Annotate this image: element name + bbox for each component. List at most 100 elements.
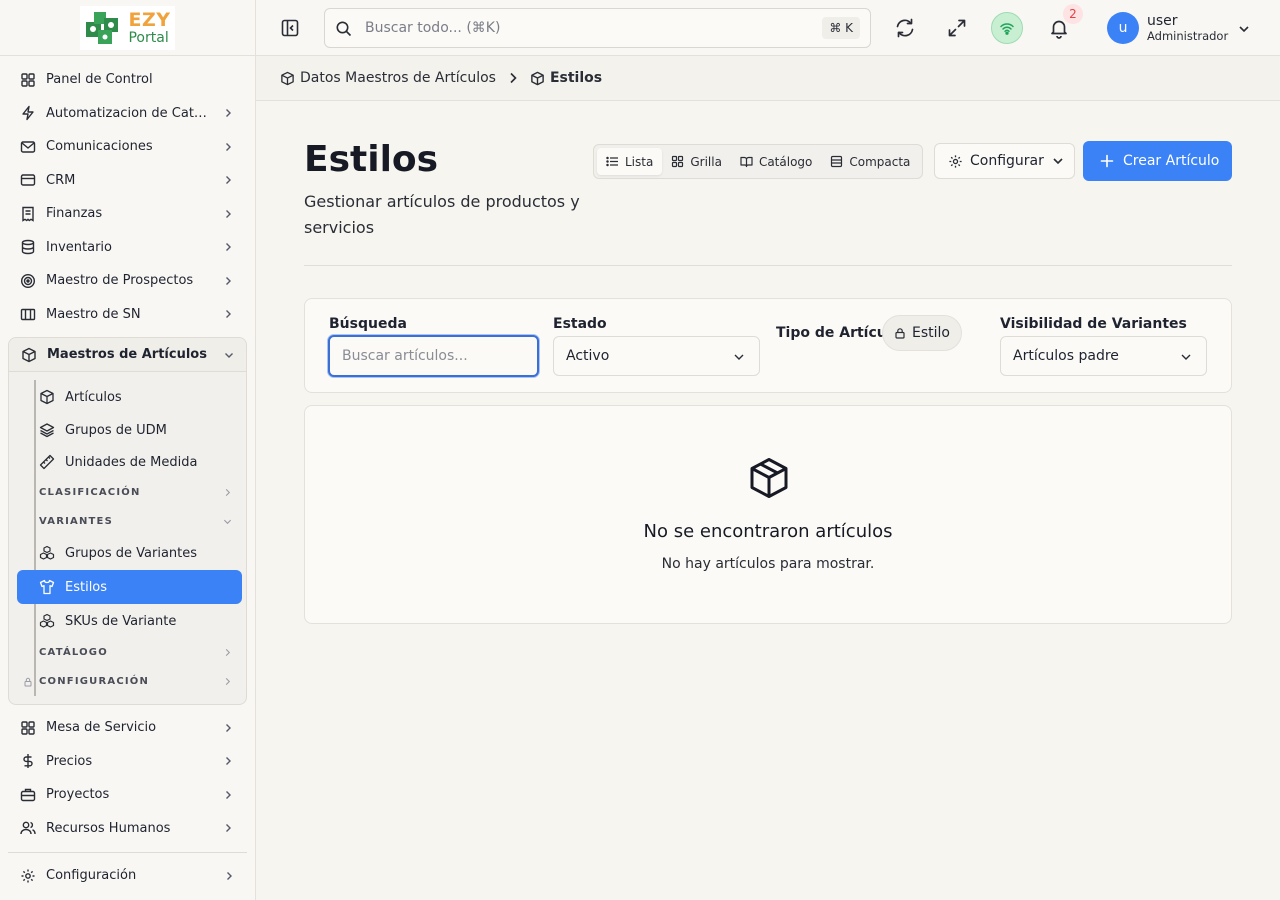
sidebar-item-precios[interactable]: Precios: [0, 745, 255, 779]
sidebar-item-articulos[interactable]: Artículos: [17, 380, 242, 414]
sidebar-item-label: Grupos de UDM: [65, 422, 167, 438]
gear-icon: [21, 869, 35, 883]
sidebar-item-recursos-humanos[interactable]: Recursos Humanos: [0, 812, 255, 846]
user-menu[interactable]: u user Administrador: [1107, 12, 1249, 44]
type-filter-chip[interactable]: Estilo: [882, 315, 962, 351]
chevron-right-icon: [226, 243, 231, 252]
chevron-down-icon: [1181, 354, 1191, 360]
grid-icon: [672, 155, 684, 168]
chevron-right-icon: [226, 209, 231, 218]
sidebar-item-panel-de-control[interactable]: Panel de Control: [0, 63, 255, 97]
sidebar-section-catalogo[interactable]: CATÁLOGO: [17, 638, 242, 667]
page-title: Estilos: [304, 139, 439, 180]
sidebar-item-maestro-de-prospectos[interactable]: Maestro de Prospectos: [0, 264, 255, 298]
view-label: Grilla: [690, 154, 722, 169]
sidebar-item-unidades-de-medida[interactable]: Unidades de Medida: [17, 446, 242, 478]
variants-visibility-select[interactable]: Artículos padre: [1000, 336, 1207, 376]
chevron-right-icon: [226, 723, 231, 732]
sidebar-toggle-icon[interactable]: [280, 18, 300, 38]
receipt-icon: [22, 206, 34, 222]
logo-text-top: EZY: [128, 8, 171, 31]
configure-button[interactable]: Configurar: [934, 143, 1075, 179]
box-icon: [22, 347, 36, 362]
view-list-button[interactable]: Lista: [597, 148, 663, 175]
dollar-icon: [23, 754, 33, 769]
create-label: Crear Artículo: [1123, 153, 1220, 169]
sidebar-item-label: Comunicaciones: [46, 139, 153, 155]
sidebar-section-variantes[interactable]: VARIANTES: [17, 507, 242, 536]
lock-icon: [895, 328, 905, 339]
refresh-icon[interactable]: [894, 17, 916, 39]
view-catalog-button[interactable]: Catálogo: [731, 148, 821, 175]
compact-icon: [831, 155, 843, 168]
database-icon: [21, 240, 35, 255]
logo[interactable]: EZY Portal: [80, 5, 175, 50]
view-switcher: Lista Grilla Catálogo Compacta: [593, 144, 924, 179]
notification-count-badge: 2: [1063, 4, 1083, 24]
sidebar-item-mesa-de-servicio[interactable]: Mesa de Servicio: [0, 711, 255, 745]
sidebar-item-label: Automatizacion de Catalogo: [46, 105, 212, 121]
sidebar-item-inventario[interactable]: Inventario: [0, 231, 255, 265]
chevron-right-icon: [226, 142, 231, 151]
sidebar-section-configuracion[interactable]: CONFIGURACIÓN: [17, 667, 242, 696]
sidebar-item-label: Inventario: [46, 239, 112, 255]
sidebar-item-label: Grupos de Variantes: [65, 545, 198, 561]
view-label: Catálogo: [758, 154, 813, 169]
view-label: Compacta: [849, 154, 911, 169]
chevron-right-icon: [225, 488, 231, 497]
breadcrumb-item-datos-maestros[interactable]: Datos Maestros de Artículos: [280, 70, 496, 86]
chevron-right-icon: [226, 790, 231, 799]
sidebar-item-comunicaciones[interactable]: Comunicaciones: [0, 130, 255, 164]
sidebar-group-header[interactable]: Maestros de Artículos: [9, 338, 246, 372]
sidebar-item-maestro-de-sn[interactable]: Maestro de SN: [0, 298, 255, 332]
sidebar-item-skus-de-variante[interactable]: SKUs de Variante: [17, 604, 242, 638]
sidebar-item-crm[interactable]: CRM: [0, 164, 255, 198]
sidebar-item-finanzas[interactable]: Finanzas: [0, 197, 255, 231]
connection-status[interactable]: [991, 12, 1023, 44]
sidebar-section-clasificacion[interactable]: CLASIFICACIÓN: [17, 478, 242, 507]
sidebar-item-label: CRM: [46, 172, 76, 188]
plus-icon: [1100, 154, 1114, 168]
sidebar-item-label: Unidades de Medida: [65, 454, 198, 470]
wifi-icon: [1000, 23, 1014, 35]
sidebar-item-proyectos[interactable]: Proyectos: [0, 778, 255, 812]
section-label-text: VARIANTES: [39, 516, 113, 527]
sidebar-item-label: Estilos: [65, 579, 108, 595]
sidebar-item-label: Maestro de SN: [46, 306, 141, 322]
sidebar-item-label: Finanzas: [46, 206, 103, 222]
expand-icon[interactable]: [946, 17, 968, 39]
shortcut-badge: ⌘ K: [822, 17, 860, 39]
sidebar-item-automatizacion[interactable]: Automatizacion de Catalogo: [0, 97, 255, 131]
layers-icon: [39, 423, 55, 438]
type-filter-value: Estilo: [912, 325, 950, 341]
sidebar-item-label: Panel de Control: [46, 72, 153, 88]
chevron-down-icon: [1053, 158, 1063, 165]
variants-filter-label: Visibilidad de Variantes: [1000, 316, 1187, 332]
article-search-input[interactable]: Buscar artículos...: [328, 335, 539, 377]
chevron-right-icon: [510, 72, 517, 84]
chevron-right-icon: [226, 824, 231, 833]
box-icon: [531, 71, 544, 85]
card-icon: [20, 174, 36, 186]
chevron-right-icon: [226, 757, 231, 766]
view-grid-button[interactable]: Grilla: [662, 148, 731, 175]
chevron-down-icon: [225, 353, 233, 358]
chevron-down-icon: [223, 519, 232, 525]
sidebar-item-configuracion[interactable]: Configuración: [0, 859, 256, 893]
chevron-right-icon: [226, 276, 231, 285]
global-search-input[interactable]: Buscar todo... (⌘K) ⌘ K: [324, 8, 871, 48]
shirt-icon: [39, 579, 55, 595]
list-icon: [606, 156, 618, 167]
create-article-button[interactable]: Crear Artículo: [1083, 141, 1232, 181]
sidebar-item-label: Artículos: [65, 389, 122, 405]
lock-icon: [24, 677, 32, 686]
package-icon: [750, 458, 788, 498]
sidebar-item-estilos[interactable]: Estilos: [17, 570, 242, 604]
avatar: u: [1107, 12, 1139, 44]
sidebar-item-grupos-de-variantes[interactable]: Grupos de Variantes: [17, 536, 242, 570]
ruler-icon: [39, 454, 55, 470]
status-select[interactable]: Activo: [553, 336, 760, 376]
sidebar-item-grupos-de-udm[interactable]: Grupos de UDM: [17, 414, 242, 446]
boxes-icon: [39, 613, 55, 628]
view-compact-button[interactable]: Compacta: [821, 148, 919, 175]
